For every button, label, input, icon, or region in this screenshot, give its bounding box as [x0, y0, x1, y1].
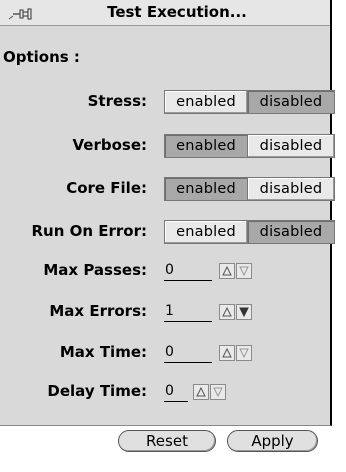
- options-header: Options :: [3, 48, 80, 66]
- core-file-toggle: enabled disabled: [164, 177, 335, 201]
- test-execution-window: Test Execution... Options : Stress: enab…: [0, 0, 335, 426]
- max-passes-decrement-button[interactable]: [236, 263, 252, 279]
- max-time-decrement-button[interactable]: [236, 345, 252, 361]
- max-errors-label: Max Errors:: [49, 302, 147, 320]
- stress-disabled-button[interactable]: disabled: [248, 91, 334, 113]
- run-on-error-label: Run On Error:: [31, 222, 147, 240]
- arrow-up-icon: [222, 307, 232, 317]
- arrow-up-icon: [222, 266, 232, 276]
- delay-time-increment-button[interactable]: [193, 384, 209, 400]
- reset-button[interactable]: Reset: [118, 430, 216, 452]
- run-on-error-disabled-button[interactable]: disabled: [248, 221, 334, 243]
- max-errors-input[interactable]: 1: [164, 302, 212, 322]
- arrow-up-icon: [196, 387, 206, 397]
- arrow-down-icon: [239, 307, 249, 317]
- max-errors-decrement-button[interactable]: [236, 304, 252, 320]
- max-time-increment-button[interactable]: [219, 345, 235, 361]
- stress-label: Stress:: [87, 92, 147, 110]
- verbose-label: Verbose:: [72, 136, 147, 154]
- verbose-enabled-button[interactable]: enabled: [165, 135, 248, 157]
- core-file-disabled-button[interactable]: disabled: [248, 178, 334, 200]
- arrow-down-icon: [213, 387, 223, 397]
- verbose-toggle: enabled disabled: [164, 134, 335, 158]
- arrow-down-icon: [239, 348, 249, 358]
- max-time-label: Max Time:: [59, 343, 147, 361]
- apply-button[interactable]: Apply: [227, 430, 318, 452]
- delay-time-decrement-button[interactable]: [210, 384, 226, 400]
- delay-time-input[interactable]: 0: [164, 382, 188, 402]
- delay-time-label: Delay Time:: [47, 382, 147, 400]
- max-passes-input[interactable]: 0: [164, 261, 212, 281]
- title-bar: Test Execution...: [0, 0, 330, 26]
- max-passes-increment-button[interactable]: [219, 263, 235, 279]
- arrow-up-icon: [222, 348, 232, 358]
- window-title: Test Execution...: [107, 3, 247, 21]
- stress-enabled-button[interactable]: enabled: [165, 91, 248, 113]
- max-time-input[interactable]: 0: [164, 343, 212, 363]
- run-on-error-toggle: enabled disabled: [164, 220, 335, 244]
- arrow-down-icon: [239, 266, 249, 276]
- max-errors-increment-button[interactable]: [219, 304, 235, 320]
- max-passes-label: Max Passes:: [43, 261, 147, 279]
- core-file-label: Core File:: [66, 179, 147, 197]
- verbose-disabled-button[interactable]: disabled: [248, 135, 334, 157]
- stress-toggle: enabled disabled: [164, 90, 335, 114]
- run-on-error-enabled-button[interactable]: enabled: [165, 221, 248, 243]
- core-file-enabled-button[interactable]: enabled: [165, 178, 248, 200]
